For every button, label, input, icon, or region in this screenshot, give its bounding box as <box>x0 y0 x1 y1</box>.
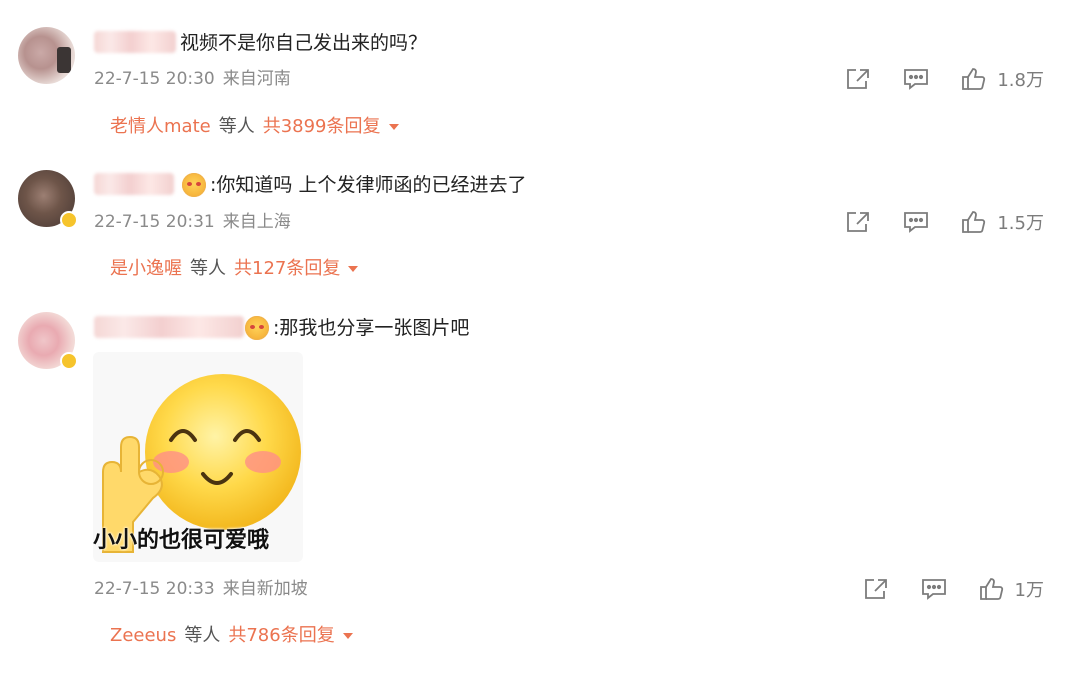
dropdown-caret-icon[interactable] <box>342 633 353 639</box>
comment-button[interactable] <box>903 67 929 91</box>
blurred-username[interactable] <box>94 31 176 53</box>
reply-total[interactable]: 共3899条回复 <box>263 116 381 137</box>
like-count: 1.5万 <box>997 213 1044 234</box>
sticker-caption: 小小的也很可爱哦 <box>93 528 270 553</box>
share-button[interactable] <box>863 577 889 601</box>
reply-user[interactable]: Zeeeus <box>110 625 176 646</box>
comment-meta: 22-7-15 20:30 来自河南 <box>94 68 291 90</box>
location: 来自上海 <box>222 212 291 232</box>
like-count: 1万 <box>1014 580 1044 601</box>
replies-summary[interactable]: 是小逸喔 等人 共127条回复 <box>110 257 359 281</box>
comment-icon <box>921 579 946 600</box>
reply-etc: 等人 <box>184 625 221 646</box>
sticker-image[interactable]: 小小的也很可爱哦 <box>93 352 303 562</box>
blurred-username[interactable] <box>94 173 174 195</box>
dropdown-caret-icon[interactable] <box>348 266 359 272</box>
replies-summary[interactable]: 老情人mate 等人 共3899条回复 <box>110 115 399 139</box>
like-icon <box>979 578 1003 600</box>
blurred-username[interactable] <box>94 316 244 338</box>
like-icon <box>962 68 986 90</box>
reply-user[interactable]: 老情人mate <box>110 116 211 137</box>
reply-etc: 等人 <box>190 258 226 279</box>
comment-actions: 1万 <box>831 575 1044 603</box>
comment-actions: 1.8万 <box>813 65 1044 93</box>
comment-text: :你知道吗 上个发律师函的已经进去了 <box>210 174 527 196</box>
comment-meta: 22-7-15 20:33 来自新加坡 <box>94 578 308 600</box>
verified-badge-icon <box>60 352 78 370</box>
comment-actions: 1.5万 <box>813 208 1044 236</box>
like-button[interactable]: 1万 <box>979 576 1044 602</box>
timestamp: 22-7-15 20:33 <box>94 579 215 599</box>
like-button[interactable]: 1.8万 <box>961 66 1044 92</box>
share-icon <box>864 579 887 599</box>
location: 来自河南 <box>222 69 291 89</box>
reply-total[interactable]: 共127条回复 <box>234 258 340 279</box>
share-button[interactable] <box>845 67 871 91</box>
share-button[interactable] <box>845 210 871 234</box>
avatar[interactable] <box>18 27 75 84</box>
comment-button[interactable] <box>903 210 929 234</box>
like-count: 1.8万 <box>997 70 1044 91</box>
location: 来自新加坡 <box>222 579 308 599</box>
comment-text: 视频不是你自己发出来的吗？ <box>180 32 428 54</box>
reply-user[interactable]: 是小逸喔 <box>110 258 182 279</box>
like-icon <box>962 211 986 233</box>
comment-icon <box>904 69 929 90</box>
like-button[interactable]: 1.5万 <box>961 209 1044 235</box>
share-icon <box>847 212 870 232</box>
dropdown-caret-icon[interactable] <box>388 124 399 130</box>
comment-icon <box>904 212 929 233</box>
comment-text: :那我也分享一张图片吧 <box>273 317 470 339</box>
timestamp: 22-7-15 20:31 <box>94 212 215 232</box>
timestamp: 22-7-15 20:30 <box>94 69 215 89</box>
comment-meta: 22-7-15 20:31 来自上海 <box>94 211 291 233</box>
comment-button[interactable] <box>921 577 947 601</box>
emoji-badge-icon <box>245 316 269 340</box>
comment-1: 视频不是你自己发出来的吗？ 22-7-15 20:30 来自河南 1.8万 老情人… <box>0 0 1080 150</box>
emoji-badge-icon <box>182 173 206 197</box>
reply-etc: 等人 <box>218 116 255 137</box>
reply-total[interactable]: 共786条回复 <box>228 625 334 646</box>
share-icon <box>847 69 870 89</box>
verified-badge-icon <box>60 211 78 229</box>
replies-summary[interactable]: Zeeeus 等人 共786条回复 <box>110 624 353 648</box>
